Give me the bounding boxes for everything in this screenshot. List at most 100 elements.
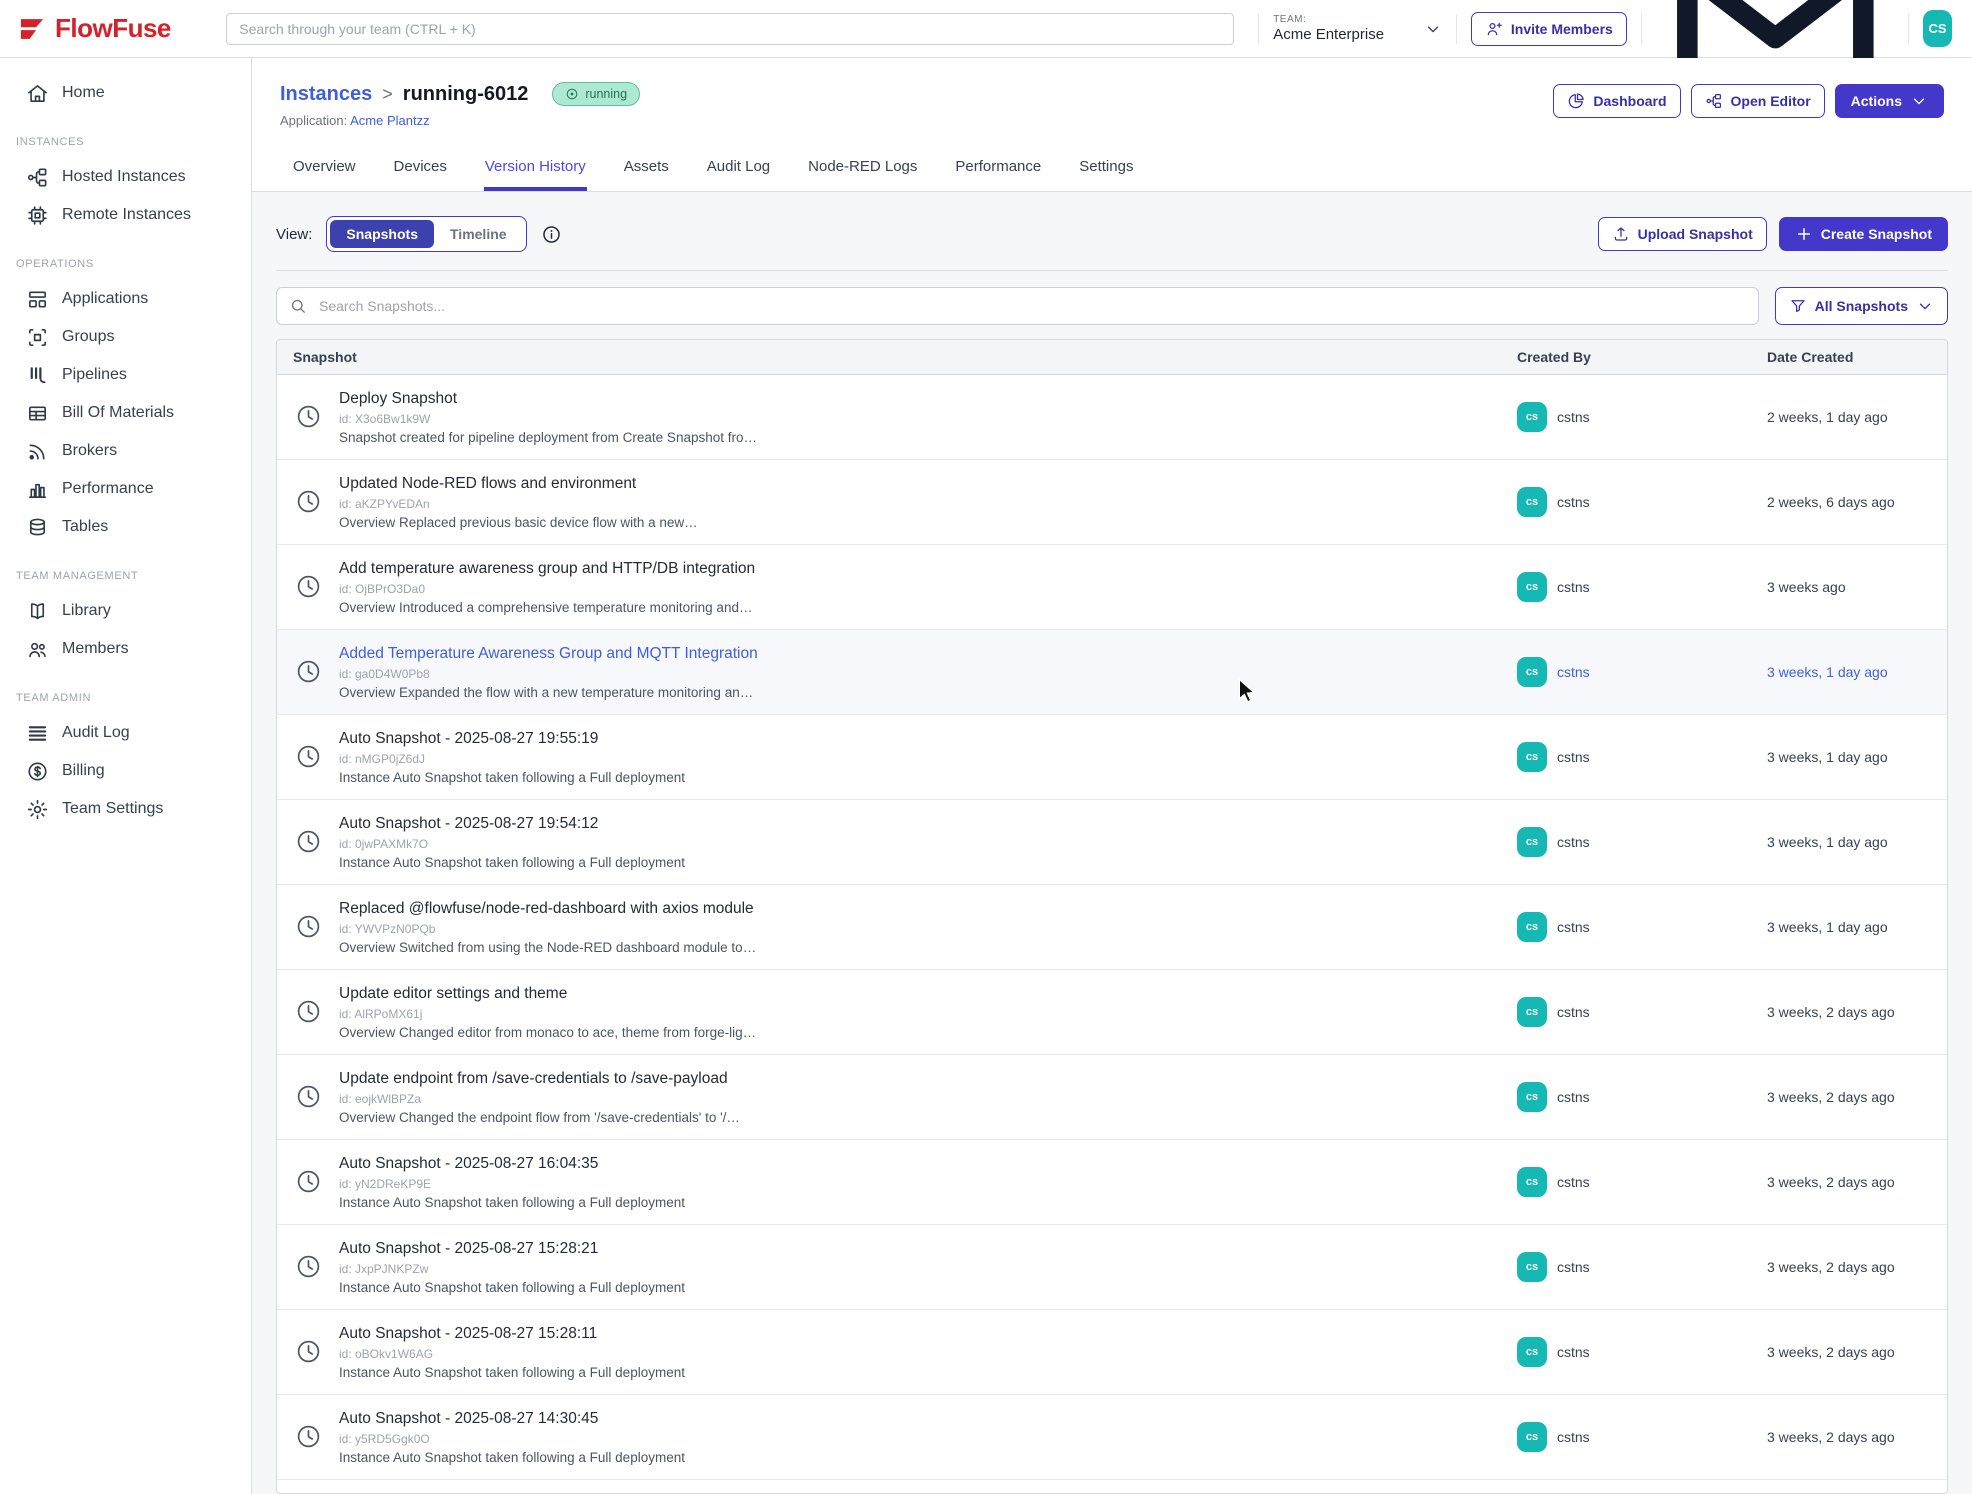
snapshot-title[interactable]: Added Temperature Awareness Group and MQ… — [339, 644, 758, 664]
open-editor-button[interactable]: Open Editor — [1691, 84, 1825, 118]
tab-version-history[interactable]: Version History — [484, 148, 587, 191]
upload-snapshot-button[interactable]: Upload Snapshot — [1598, 217, 1767, 251]
column-header-date-created: Date Created — [1767, 349, 1947, 365]
sidebar-item-groups[interactable]: Groups — [0, 318, 251, 356]
snapshot-title[interactable]: Replaced @flowfuse/node-red-dashboard wi… — [339, 899, 756, 919]
chevron-down-icon — [1424, 20, 1442, 38]
snapshot-id: id: OjBPrO3Da0 — [339, 582, 755, 596]
performance-icon — [26, 478, 49, 501]
tab-performance[interactable]: Performance — [954, 148, 1042, 191]
sidebar-item-members[interactable]: Members — [0, 630, 251, 668]
dashboard-button[interactable]: Dashboard — [1553, 84, 1680, 118]
tab-assets[interactable]: Assets — [623, 148, 670, 191]
snapshot-title[interactable]: Add temperature awareness group and HTTP… — [339, 559, 755, 579]
tab-devices[interactable]: Devices — [393, 148, 448, 191]
clock-icon — [295, 1168, 322, 1195]
snapshot-description: Overview Switched from using the Node-RE… — [339, 940, 756, 955]
snapshot-row[interactable]: Auto Snapshot - 2025-08-27 15:28:11 id: … — [277, 1310, 1947, 1395]
team-selector[interactable]: TEAM: Acme Enterprise — [1273, 14, 1442, 43]
snapshot-title[interactable]: Deploy Snapshot — [339, 389, 757, 409]
snapshot-title[interactable]: Update endpoint from /save-credentials t… — [339, 1069, 740, 1089]
application-link[interactable]: Acme Plantzz — [350, 113, 429, 128]
chevron-down-icon — [1910, 92, 1928, 110]
actions-button[interactable]: Actions — [1835, 84, 1944, 118]
clock-icon — [295, 488, 322, 515]
snapshot-id: id: JxpPJNKPZw — [339, 1262, 685, 1276]
view-toggle[interactable]: SnapshotsTimeline — [326, 216, 526, 252]
snapshot-id: id: YWVPzN0PQb — [339, 922, 756, 936]
snapshot-title[interactable]: Update editor settings and theme — [339, 984, 756, 1004]
sidebar-item-tables[interactable]: Tables — [0, 508, 251, 546]
sidebar-item-library[interactable]: Library — [0, 592, 251, 630]
snapshot-row[interactable]: Auto Snapshot - 2025-08-27 14:30:45 id: … — [277, 1395, 1947, 1480]
invite-members-button[interactable]: Invite Members — [1471, 12, 1627, 46]
snapshot-description: Instance Auto Snapshot taken following a… — [339, 1365, 685, 1380]
chevron-down-icon — [1916, 297, 1934, 315]
sidebar-item-performance[interactable]: Performance — [0, 470, 251, 508]
breadcrumb-separator: > — [382, 84, 393, 105]
snapshot-title[interactable]: Auto Snapshot - 2025-08-27 15:28:21 — [339, 1239, 685, 1259]
snapshot-row[interactable]: Add temperature awareness group and HTTP… — [277, 545, 1947, 630]
tab-audit-log[interactable]: Audit Log — [706, 148, 771, 191]
snapshot-title[interactable]: Auto Snapshot - 2025-08-27 14:30:45 — [339, 1409, 685, 1429]
user-name: cstns — [1557, 749, 1590, 765]
snapshot-row[interactable]: Added Temperature Awareness Group and MQ… — [277, 630, 1947, 715]
sidebar-item-audit-log[interactable]: Audit Log — [0, 714, 251, 752]
user-name: cstns — [1557, 409, 1590, 425]
app-logo[interactable]: FlowFuse — [18, 13, 226, 44]
user-name: cstns — [1557, 1004, 1590, 1020]
snapshot-description: Instance Auto Snapshot taken following a… — [339, 855, 685, 870]
status-badge: running — [552, 82, 640, 106]
snapshot-created-by: cs cstns — [1517, 742, 1767, 772]
snapshot-row[interactable]: Update editor settings and theme id: AlR… — [277, 970, 1947, 1055]
status-label: running — [585, 87, 627, 101]
user-avatar: cs — [1517, 997, 1547, 1027]
brand-name: FlowFuse — [55, 13, 171, 44]
snapshot-id: id: yN2DReKP9E — [339, 1177, 685, 1191]
sidebar-item-applications[interactable]: Applications — [0, 280, 251, 318]
tab-settings[interactable]: Settings — [1078, 148, 1134, 191]
snapshot-date-created: 3 weeks, 1 day ago — [1767, 749, 1947, 765]
user-avatar-button[interactable]: CS — [1923, 10, 1952, 47]
sidebar-item-home[interactable]: Home — [0, 74, 251, 112]
breadcrumb-instances-link[interactable]: Instances — [280, 83, 372, 106]
snapshot-created-by: cs cstns — [1517, 1337, 1767, 1367]
view-option-timeline[interactable]: Timeline — [434, 220, 523, 248]
user-avatar: cs — [1517, 1337, 1547, 1367]
sidebar-item-billing[interactable]: Billing — [0, 752, 251, 790]
sidebar-item-remote-instances[interactable]: Remote Instances — [0, 196, 251, 234]
snapshot-row[interactable]: Auto Snapshot - 2025-08-27 19:54:12 id: … — [277, 800, 1947, 885]
snapshots-table: Snapshot Created By Date Created Deploy … — [276, 339, 1948, 1494]
snapshot-title[interactable]: Auto Snapshot - 2025-08-27 19:55:19 — [339, 729, 685, 749]
snapshot-title[interactable]: Auto Snapshot - 2025-08-27 16:04:35 — [339, 1154, 685, 1174]
snapshot-row[interactable]: Updated Node-RED flows and environment i… — [277, 460, 1947, 545]
snapshot-row[interactable]: Deploy Snapshot id: X3o6Bw1k9W Snapshot … — [277, 375, 1947, 460]
user-name: cstns — [1557, 919, 1590, 935]
tab-overview[interactable]: Overview — [292, 148, 357, 191]
sidebar-item-team-settings[interactable]: Team Settings — [0, 790, 251, 828]
sidebar-item-hosted-instances[interactable]: Hosted Instances — [0, 158, 251, 196]
sidebar-item-bill-of-materials[interactable]: Bill Of Materials — [0, 394, 251, 432]
clock-icon — [295, 913, 322, 940]
tab-node-red-logs[interactable]: Node-RED Logs — [807, 148, 918, 191]
user-name: cstns — [1557, 664, 1590, 680]
snapshot-row[interactable]: Replaced @flowfuse/node-red-dashboard wi… — [277, 885, 1947, 970]
snapshot-filter-dropdown[interactable]: All Snapshots — [1775, 287, 1948, 325]
snapshot-row[interactable]: Add HTTP endpoint for saving credentials… — [277, 1480, 1947, 1494]
sidebar-item-pipelines[interactable]: Pipelines — [0, 356, 251, 394]
snapshot-row[interactable]: Auto Snapshot - 2025-08-27 19:55:19 id: … — [277, 715, 1947, 800]
snapshot-search-input[interactable] — [276, 287, 1759, 325]
snapshot-title[interactable]: Auto Snapshot - 2025-08-27 19:54:12 — [339, 814, 685, 834]
snapshot-row[interactable]: Auto Snapshot - 2025-08-27 15:28:21 id: … — [277, 1225, 1947, 1310]
create-snapshot-button[interactable]: Create Snapshot — [1779, 217, 1948, 251]
snapshot-date-created: 3 weeks, 2 days ago — [1767, 1259, 1947, 1275]
sidebar-item-brokers[interactable]: Brokers — [0, 432, 251, 470]
snapshot-row[interactable]: Update endpoint from /save-credentials t… — [277, 1055, 1947, 1140]
snapshot-row[interactable]: Auto Snapshot - 2025-08-27 16:04:35 id: … — [277, 1140, 1947, 1225]
team-search-input[interactable] — [226, 13, 1234, 45]
application-label: Application: — [280, 113, 347, 128]
snapshot-title[interactable]: Auto Snapshot - 2025-08-27 15:28:11 — [339, 1324, 685, 1344]
info-icon[interactable] — [541, 224, 562, 245]
snapshot-title[interactable]: Updated Node-RED flows and environment — [339, 474, 698, 494]
view-option-snapshots[interactable]: Snapshots — [330, 220, 434, 248]
